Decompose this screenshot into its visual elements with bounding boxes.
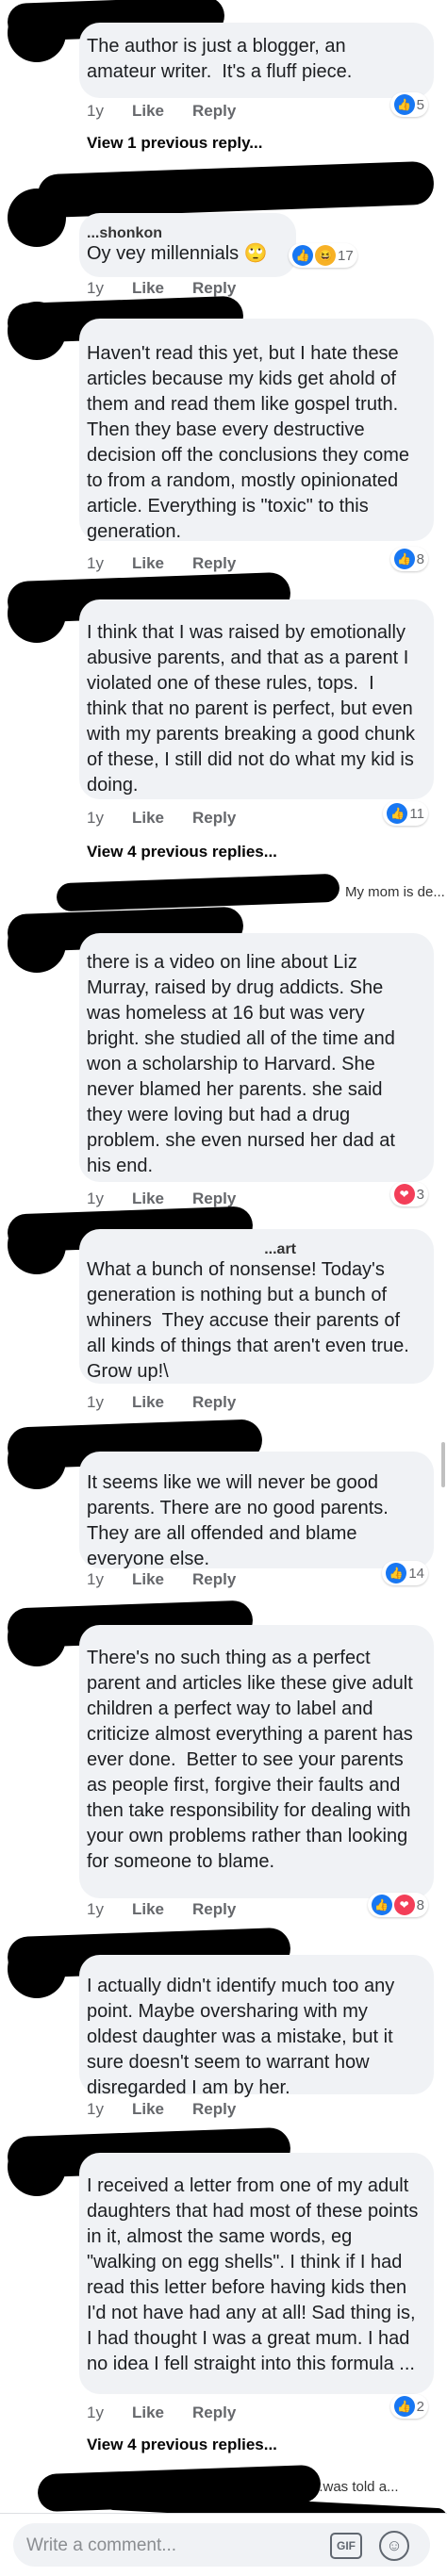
comment-input-placeholder: Write a comment... xyxy=(26,2535,177,2555)
comment-bubble: I think that I was raised by emotionally… xyxy=(79,599,434,799)
reply-button[interactable]: Reply xyxy=(192,809,236,828)
like-button[interactable]: Like xyxy=(132,1570,164,1589)
reaction-count[interactable]: 👍 14 xyxy=(382,1561,428,1585)
reply-button[interactable]: Reply xyxy=(192,102,236,121)
comment-actions: 1y Like Reply xyxy=(87,1570,236,1589)
redaction-mark xyxy=(37,160,435,219)
comment-input[interactable]: Write a comment... GIF ☺ xyxy=(13,2523,430,2567)
comment-bubble: The author is just a blogger, an amateur… xyxy=(79,23,434,98)
reply-preview[interactable]: My mom is de... xyxy=(345,884,445,900)
avatar[interactable] xyxy=(8,4,66,62)
reaction-count[interactable]: ❤ 3 xyxy=(389,1182,428,1206)
like-reaction-icon: 👍 xyxy=(393,94,415,115)
timestamp: 1y xyxy=(87,1190,104,1207)
emoji-icon[interactable]: ☺ xyxy=(379,2531,409,2561)
reply-button[interactable]: Reply xyxy=(192,1900,236,1919)
timestamp: 1y xyxy=(87,809,104,827)
gif-icon[interactable]: GIF xyxy=(330,2533,362,2559)
like-reaction-icon: 👍 xyxy=(393,549,415,569)
comment-author[interactable]: ...art xyxy=(87,1240,419,1257)
reaction-count[interactable]: 👍 2 xyxy=(389,2394,428,2419)
redaction-mark xyxy=(56,873,340,912)
comment-actions: 1y Like Reply xyxy=(87,2100,236,2119)
timestamp: 1y xyxy=(87,1570,104,1588)
like-button[interactable]: Like xyxy=(132,1190,164,1208)
view-replies-link[interactable]: View 1 previous reply... xyxy=(87,134,262,153)
reply-button[interactable]: Reply xyxy=(192,2404,236,2422)
comment-text: I actually didn't identify much too any … xyxy=(87,1976,400,2098)
comment-text: Haven't read this yet, but I hate these … xyxy=(87,343,415,542)
comment-text: Oy vey millennials 🙄 xyxy=(87,243,268,264)
comment-author[interactable]: ...shonkon xyxy=(87,224,281,241)
reaction-count[interactable]: 👍 11 xyxy=(383,801,428,826)
like-reaction-icon: 👍 xyxy=(292,245,313,266)
comment-bubble: There's no such thing as a perfect paren… xyxy=(79,1625,434,1898)
comment-actions: 1y Like Reply xyxy=(87,279,236,298)
avatar[interactable] xyxy=(8,189,66,247)
view-replies-link[interactable]: View 4 previous replies... xyxy=(87,2436,277,2454)
comment-actions: 1y Like Reply xyxy=(87,1900,236,1919)
like-reaction-icon: 👍 xyxy=(387,803,408,824)
comment-text: What a bunch of nonsense! Today's genera… xyxy=(87,1259,415,1382)
comment-bubble: It seems like we will never be good pare… xyxy=(79,1452,434,1569)
comment-bubble: I actually didn't identify much too any … xyxy=(79,1955,434,2098)
like-button[interactable]: Like xyxy=(132,1900,164,1919)
comment-text: The author is just a blogger, an amateur… xyxy=(87,36,353,82)
comment-text: It seems like we will never be good pare… xyxy=(87,1472,394,1569)
like-button[interactable]: Like xyxy=(132,2100,164,2119)
comment-actions: 1y Like Reply xyxy=(87,1190,236,1208)
reply-button[interactable]: Reply xyxy=(192,1570,236,1589)
comment-text: I received a letter from one of my adult… xyxy=(87,2175,423,2374)
scrollbar[interactable] xyxy=(441,1442,445,1487)
like-button[interactable]: Like xyxy=(132,2404,164,2422)
comment-bubble: I received a letter from one of my adult… xyxy=(79,2153,434,2394)
reply-button[interactable]: Reply xyxy=(192,1190,236,1208)
reaction-count[interactable]: 👍 ❤ 8 xyxy=(367,1893,428,1917)
comment-text: there is a video on line about Liz Murra… xyxy=(87,952,401,1176)
timestamp: 1y xyxy=(87,2404,104,2421)
reply-preview[interactable]: ...was told a... xyxy=(311,2479,399,2495)
view-replies-link[interactable]: View 4 previous replies... xyxy=(87,843,277,861)
reply-button[interactable]: Reply xyxy=(192,1393,236,1412)
comment-bubble: Haven't read this yet, but I hate these … xyxy=(79,319,434,542)
comment-text: I think that I was raised by emotionally… xyxy=(87,622,421,796)
timestamp: 1y xyxy=(87,1900,104,1918)
comment-actions: 1y Like Reply xyxy=(87,809,236,828)
comment-bubble: there is a video on line about Liz Murra… xyxy=(79,933,434,1182)
reply-button[interactable]: Reply xyxy=(192,2100,236,2119)
love-reaction-icon: ❤ xyxy=(393,1184,415,1205)
like-button[interactable]: Like xyxy=(132,279,164,298)
timestamp: 1y xyxy=(87,1393,104,1411)
love-reaction-icon: ❤ xyxy=(393,1895,415,1915)
timestamp: 1y xyxy=(87,279,104,297)
avatar[interactable] xyxy=(8,302,66,360)
reply-button[interactable]: Reply xyxy=(192,554,236,573)
comment-bubble: ...art What a bunch of nonsense! Today's… xyxy=(79,1229,434,1384)
timestamp: 1y xyxy=(87,2100,104,2118)
timestamp: 1y xyxy=(87,102,104,120)
reaction-count[interactable]: 👍 😆 17 xyxy=(289,243,357,268)
reaction-count[interactable]: 👍 8 xyxy=(389,547,428,571)
like-button[interactable]: Like xyxy=(132,809,164,828)
like-button[interactable]: Like xyxy=(132,1393,164,1412)
timestamp: 1y xyxy=(87,554,104,572)
comment-actions: 1y Like Reply xyxy=(87,102,236,121)
reaction-count[interactable]: 👍 5 xyxy=(389,92,428,117)
reply-button[interactable]: Reply xyxy=(192,279,236,298)
comment-actions: 1y Like Reply xyxy=(87,1393,236,1412)
comment-text: There's no such thing as a perfect paren… xyxy=(87,1648,419,1872)
comment-bubble: ...shonkon Oy vey millennials 🙄 xyxy=(79,213,296,277)
comment-actions: 1y Like Reply xyxy=(87,2404,236,2422)
avatar[interactable] xyxy=(8,584,66,643)
like-reaction-icon: 👍 xyxy=(386,1563,407,1583)
like-reaction-icon: 👍 xyxy=(393,2396,415,2417)
comment-actions: 1y Like Reply xyxy=(87,554,236,573)
haha-reaction-icon: 😆 xyxy=(315,245,336,266)
like-button[interactable]: Like xyxy=(132,102,164,121)
like-button[interactable]: Like xyxy=(132,554,164,573)
comment-composer: Write a comment... GIF ☺ xyxy=(0,2513,447,2576)
like-reaction-icon: 👍 xyxy=(371,1895,392,1915)
